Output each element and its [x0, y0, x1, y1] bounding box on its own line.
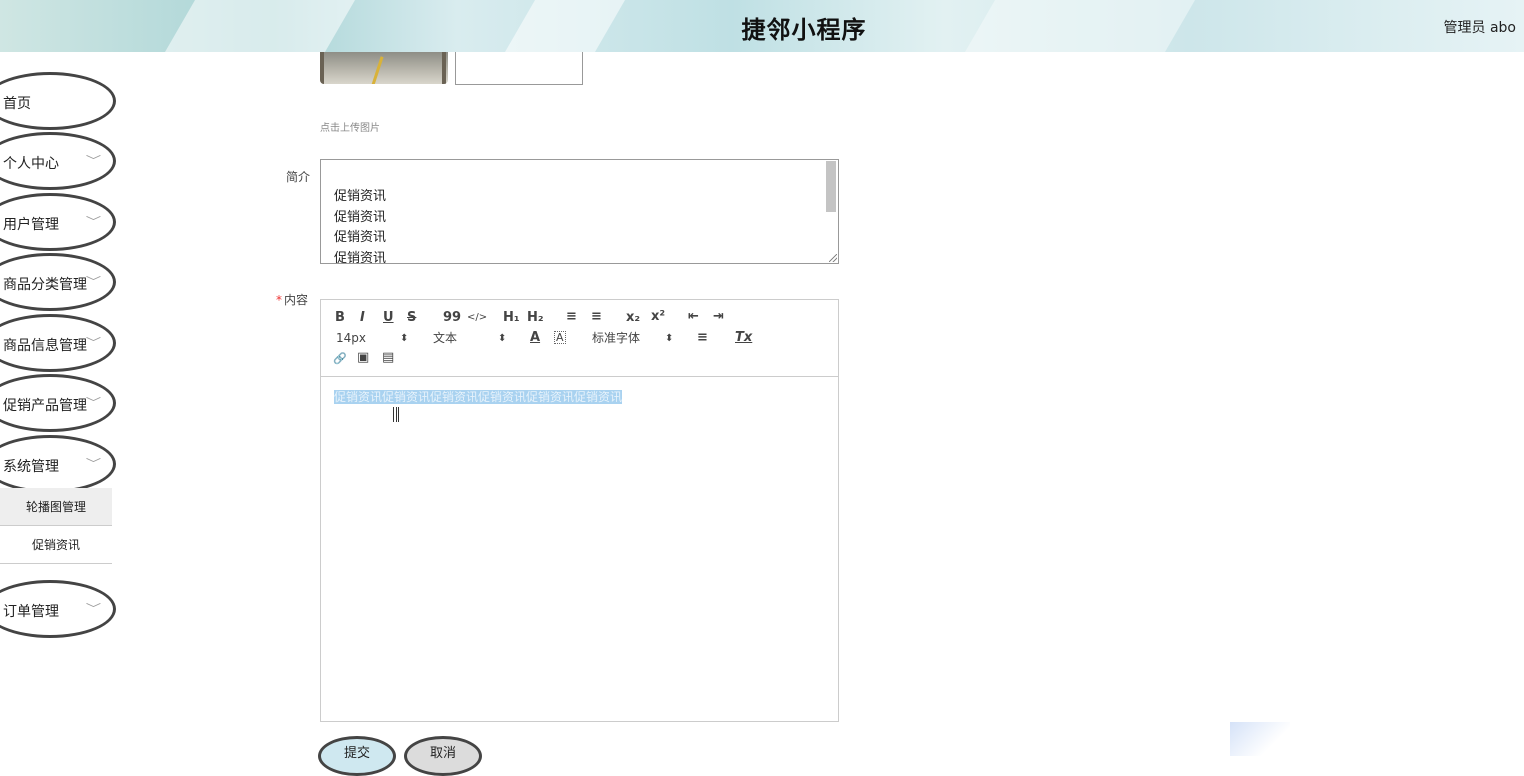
header-select[interactable]: 文本 [433, 331, 457, 345]
h2-button[interactable]: H₂ [527, 311, 544, 325]
textarea-scrollbar[interactable] [826, 161, 836, 212]
outdent-button[interactable]: ⇤ [688, 310, 699, 324]
code-block-button[interactable]: </> [467, 311, 487, 325]
select-arrow-icon: ⬍ [665, 333, 674, 344]
image-detail [442, 52, 446, 84]
background-decoration [1230, 722, 1290, 756]
sidebar-item-label: 用户管理 [3, 217, 59, 233]
sidebar-item-label: 个人中心 [3, 156, 59, 172]
sidebar-item-user-management[interactable]: 用户管理 ﹀ [0, 193, 116, 251]
sidebar-item-system-management[interactable]: 系统管理 ﹀ [0, 435, 116, 493]
select-arrow-icon: ⬍ [498, 333, 507, 344]
strike-button[interactable]: S [407, 311, 416, 325]
content-label: * 内容 [276, 291, 308, 308]
uploaded-image-thumbnail[interactable] [320, 52, 448, 84]
sidebar-item-label: 促销产品管理 [3, 398, 87, 414]
superscript-button[interactable]: x² [651, 310, 665, 324]
sidebar-item-label: 订单管理 [3, 604, 59, 620]
align-button[interactable]: ≡ [697, 331, 708, 345]
clean-format-button[interactable]: Tx [735, 331, 752, 345]
rich-text-editor: B I U S 99 </> H₁ H₂ ≡ ≡ x₂ x² ⇤ ⇥ 14px … [320, 299, 839, 722]
select-arrow-icon: ⬍ [400, 333, 409, 344]
content-label-text: 内容 [284, 293, 309, 307]
background-color-button[interactable]: A [554, 331, 566, 344]
sidebar: 首页 个人中心 ﹀ 用户管理 ﹀ 商品分类管理 ﹀ 商品信息管理 ﹀ 促销产品管… [0, 52, 120, 756]
sidebar-item-home[interactable]: 首页 [0, 72, 116, 130]
font-size-select[interactable]: 14px [336, 331, 366, 345]
resize-handle[interactable] [829, 254, 837, 262]
sidebar-item-category-management[interactable]: 商品分类管理 ﹀ [0, 253, 116, 311]
bullet-list-button[interactable]: ≡ [591, 310, 602, 324]
submit-button[interactable]: 提交 [318, 736, 396, 776]
intro-text: 促销资讯 促销资讯 促销资讯 促销资讯 [334, 187, 387, 264]
editor-content[interactable]: 促销资讯促销资讯促销资讯促销资讯促销资讯促销资讯 [334, 388, 623, 405]
chevron-down-icon: ﹀ [85, 275, 102, 288]
bold-button[interactable]: B [335, 311, 345, 325]
cancel-button[interactable]: 取消 [404, 736, 482, 776]
selected-text: 促销资讯促销资讯促销资讯促销资讯促销资讯促销资讯 [334, 390, 623, 404]
h1-button[interactable]: H₁ [503, 311, 520, 325]
sidebar-item-label: 商品分类管理 [3, 277, 87, 293]
sidebar-item-personal-center[interactable]: 个人中心 ﹀ [0, 132, 116, 190]
image-detail [320, 52, 324, 84]
sidebar-subitem-carousel[interactable]: 轮播图管理 [0, 488, 112, 526]
intro-line: 促销资讯 [334, 250, 387, 264]
chevron-down-icon: ﹀ [85, 396, 102, 409]
link-icon[interactable]: 🔗 [333, 352, 347, 366]
chevron-down-icon: ﹀ [85, 154, 102, 167]
font-family-select[interactable]: 标准字体 [592, 331, 640, 345]
chevron-down-icon: ﹀ [85, 602, 102, 615]
ordered-list-button[interactable]: ≡ [566, 310, 577, 324]
sidebar-item-order-management[interactable]: 订单管理 ﹀ [0, 580, 116, 638]
user-info[interactable]: 管理员 abo [1444, 17, 1516, 37]
font-color-button[interactable]: A [530, 331, 540, 345]
intro-textarea[interactable]: 促销资讯 促销资讯 促销资讯 促销资讯 [320, 159, 839, 264]
image-detail [371, 56, 384, 84]
app-title: 捷邻小程序 [741, 16, 867, 44]
image-icon[interactable]: ▣ [357, 351, 369, 365]
sidebar-item-label: 首页 [3, 96, 31, 112]
blockquote-button[interactable]: 99 [443, 311, 461, 325]
upload-hint: 点击上传图片 [320, 123, 380, 134]
sidebar-item-promo-product-management[interactable]: 促销产品管理 ﹀ [0, 374, 116, 432]
sidebar-item-label: 系统管理 [3, 459, 59, 475]
chevron-down-icon: ﹀ [85, 336, 102, 349]
sidebar-item-label: 商品信息管理 [3, 338, 87, 354]
top-header: 捷邻小程序 管理员 abo [0, 0, 1524, 52]
underline-button[interactable]: U [383, 311, 394, 325]
sidebar-item-product-management[interactable]: 商品信息管理 ﹀ [0, 314, 116, 372]
italic-button[interactable]: I [360, 311, 365, 325]
required-mark: * [276, 293, 282, 307]
chevron-down-icon: ﹀ [85, 457, 102, 470]
subscript-button[interactable]: x₂ [626, 311, 640, 325]
chevron-down-icon: ﹀ [85, 215, 102, 228]
intro-line: 促销资讯 [334, 230, 387, 245]
editor-toolbar: B I U S 99 </> H₁ H₂ ≡ ≡ x₂ x² ⇤ ⇥ 14px … [321, 300, 838, 377]
image-upload-box[interactable] [455, 52, 583, 85]
video-icon[interactable]: ▤ [382, 351, 394, 365]
intro-line: 促销资讯 [334, 189, 387, 204]
indent-button[interactable]: ⇥ [713, 310, 724, 324]
text-cursor-icon [393, 407, 399, 422]
intro-line: 促销资讯 [334, 209, 387, 225]
sidebar-subitem-promo-news[interactable]: 促销资讯 [0, 526, 112, 564]
intro-label: 简介 [286, 170, 311, 184]
